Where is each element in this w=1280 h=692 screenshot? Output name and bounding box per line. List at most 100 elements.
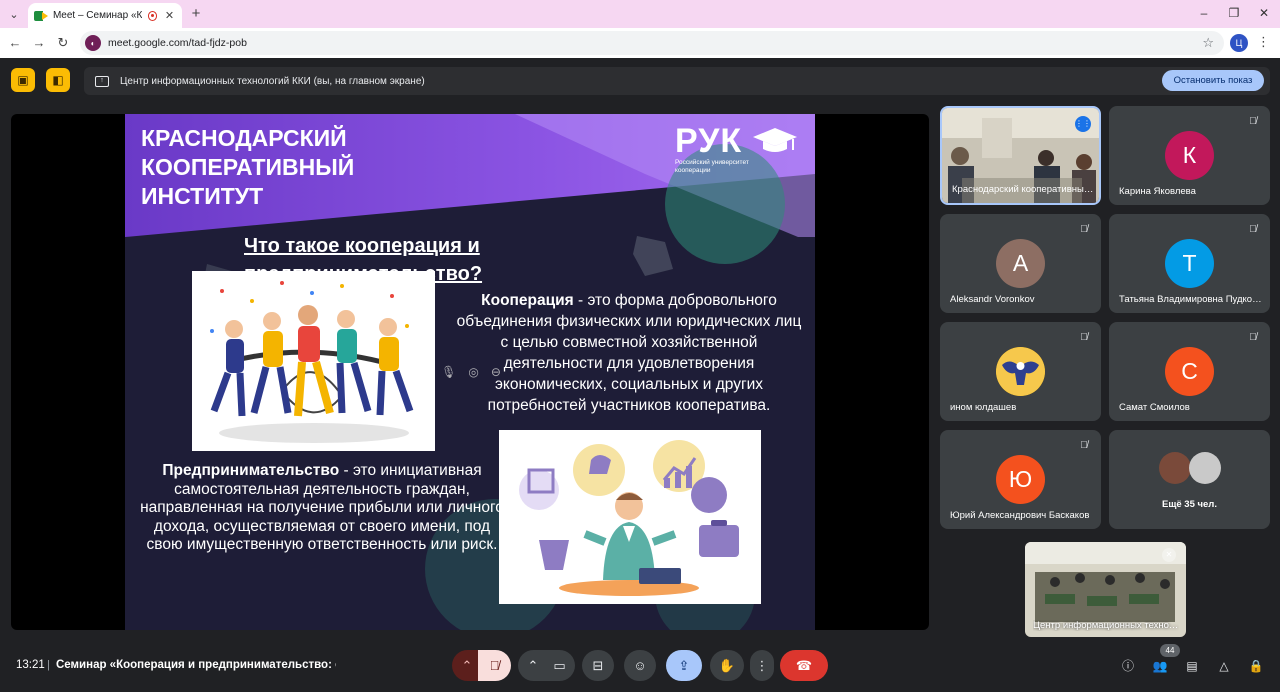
hang-up-icon: ☎ [795,657,813,673]
participant-name: Карина Яковлева [1119,186,1196,197]
cooperation-term: Кооперация [481,292,574,309]
restore-icon[interactable]: ❐ [1224,6,1244,20]
mic-off-icon: 🎙̸ [1249,224,1257,235]
more-participants-avatars [1159,452,1223,484]
remove-icon[interactable]: ⊖ [491,365,501,379]
graduation-cap-icon [753,128,797,152]
presenting-text: Центр информационных технологий ККИ (вы,… [120,75,425,87]
address-bar[interactable]: ◐ meet.google.com/tad-fjdz-pob [80,31,1224,55]
meeting-title: Семинар «Кооперация и предпринимательств… [56,659,336,671]
tile-hover-controls: 🎙 ◎ ⊖ [431,357,511,387]
browser-tab-meet[interactable]: Meet – Семинар «Коопер ✕ [28,3,182,28]
more-vert-icon: ⋮ [755,657,769,673]
participant-name: Краснодарский кооперативный институт [952,184,1096,195]
participant-avatar: А [996,239,1045,288]
participant-name: Самат Смоилов [1119,402,1190,413]
reactions-button[interactable]: ☺ [624,650,656,681]
people-icon[interactable]: 👥 [1150,656,1170,676]
leave-call-button[interactable]: ☎ [780,650,828,681]
ruk-logo: РУК Российский университет кооперации [675,122,805,175]
participant-tile-5[interactable]: 🎙̸ С Самат Смоилов [1109,322,1270,421]
cooperation-definition: Кооперация - это форма добровольного объ… [451,290,807,416]
chat-icon[interactable]: ▤ [1182,656,1202,676]
participant-avatar: К [1165,131,1214,180]
host-controls-icon[interactable]: 🔒 [1246,656,1266,676]
camera-toggle-button[interactable]: ▭ [544,650,575,681]
participant-tile-3[interactable]: 🎙̸ Т Татьяна Владимировна Пудковская [1109,214,1270,313]
stop-presenting-button[interactable]: Остановить показ [1162,70,1264,91]
captions-button[interactable]: ⊟ [582,650,614,681]
participant-tile-4[interactable]: 🎙̸ ином юлдашев [940,322,1101,421]
shared-screen: КРАСНОДАРСКИЙ КООПЕРАТИВНЫЙ ИНСТИТУТ РУК… [11,114,929,630]
participant-tile-0[interactable]: ⋮⋮ Краснодарский кооперативный институт [940,106,1101,205]
layout-panel-icon[interactable]: ◧ [46,68,70,92]
tab-search-icon[interactable]: ⌄ [4,4,24,24]
site-info-icon[interactable]: ◐ [85,35,101,51]
participant-avatar-image [996,347,1045,396]
browser-tab-strip: ⌄ Meet – Семинар «Коопер ✕ + – ❐ ✕ [0,0,1280,28]
participant-name: Юрий Александрович Баскаков [950,510,1090,521]
browser-menu-icon[interactable]: ⋮ [1257,34,1270,50]
participant-name: Татьяна Владимировна Пудковская [1119,294,1263,305]
meeting-info-icon[interactable]: ⓘ [1118,656,1138,676]
participant-name: ином юлдашев [950,402,1017,413]
participant-tile-1[interactable]: 🎙̸ К Карина Яковлева [1109,106,1270,205]
entrepreneurship-term: Предпринимательство [162,462,340,479]
teamwork-illustration [192,271,435,451]
speaking-indicator-icon: ⋮⋮ [1075,116,1091,132]
self-view-label: Центр информационных технологий ККИ [1033,620,1179,631]
teamwork-people-icon [210,281,414,443]
participant-thumb [1159,452,1191,484]
more-participants-tile[interactable]: Ещё 35 чел. [1109,430,1270,529]
recording-indicator-icon [147,10,158,21]
present-screen-icon: ⇪ [678,657,690,673]
emoji-icon: ☺ [633,658,647,673]
profile-avatar[interactable]: Ц [1230,34,1248,52]
mic-toggle-button[interactable]: 🎙̸ [478,650,511,681]
url-text: meet.google.com/tad-fjdz-pob [108,37,247,49]
tab-close-icon[interactable]: ✕ [163,9,176,22]
meeting-clock: 13:21 [16,659,45,671]
presentation-slide: КРАСНОДАРСКИЙ КООПЕРАТИВНЫЙ ИНСТИТУТ РУК… [125,114,815,630]
reload-icon[interactable]: ↻ [54,34,72,52]
participant-avatar: Ю [996,455,1045,504]
slide-title-line-1: КРАСНОДАРСКИЙ [141,125,347,151]
bookmark-star-icon[interactable]: ☆ [1202,35,1214,51]
participant-avatar: Т [1165,239,1214,288]
raise-hand-button[interactable]: ✋ [710,650,744,681]
more-participants-label: Ещё 35 чел. [1162,499,1217,510]
slide-title-line-3: ИНСТИТУТ [141,183,264,209]
presenting-bar: ▣ ◧ ↑ Центр информационных технологий КК… [0,58,1280,104]
eye-off-icon[interactable]: ◎ [468,365,478,379]
participant-avatar: С [1165,347,1214,396]
activities-icon[interactable]: △ [1214,656,1234,676]
minimize-icon[interactable]: – [1194,6,1214,20]
mic-off-icon: 🎙̸ [1249,116,1257,127]
participant-thumb [1189,452,1221,484]
self-view-tile[interactable]: ✕ Центр информационных технологий ККИ [1025,542,1186,637]
forward-icon[interactable]: → [30,34,48,52]
participant-tile-2[interactable]: 🎙̸ А Aleksandr Voronkov [940,214,1101,313]
slide-title-line-2: КООПЕРАТИВНЫЙ [141,154,355,180]
title-separator: | [47,659,50,671]
present-now-button[interactable]: ⇪ [666,650,702,681]
entrepreneurship-definition: Предпринимательство - это инициативная с… [139,462,505,555]
companion-mode-icon[interactable]: ▣ [11,68,35,92]
back-icon[interactable]: ← [6,34,24,52]
captions-icon: ⊟ [592,657,604,673]
browser-toolbar: ← → ↻ ◐ meet.google.com/tad-fjdz-pob ☆ Ц… [0,28,1280,58]
mic-off-icon: 🎙̸ [1080,224,1088,235]
mic-off-icon: 🎙̸ [1080,440,1088,451]
window-close-icon[interactable]: ✕ [1254,6,1274,20]
mic-off-icon: 🎙̸ [489,658,500,673]
mic-off-icon: 🎙̸ [1080,332,1088,343]
mic-off-icon[interactable]: 🎙 [441,365,456,379]
participant-name: Aleksandr Voronkov [950,294,1035,305]
new-tab-icon[interactable]: + [188,5,204,22]
present-screen-icon: ↑ [95,75,109,87]
participant-tile-6[interactable]: 🎙̸ Ю Юрий Александрович Баскаков [940,430,1101,529]
cooperation-definition-text: - это форма добровольного объединения фи… [456,292,802,414]
hand-icon: ✋ [718,657,736,673]
presenting-banner: ↑ Центр информационных технологий ККИ (в… [84,67,1270,95]
more-options-button[interactable]: ⋮ [750,650,774,681]
